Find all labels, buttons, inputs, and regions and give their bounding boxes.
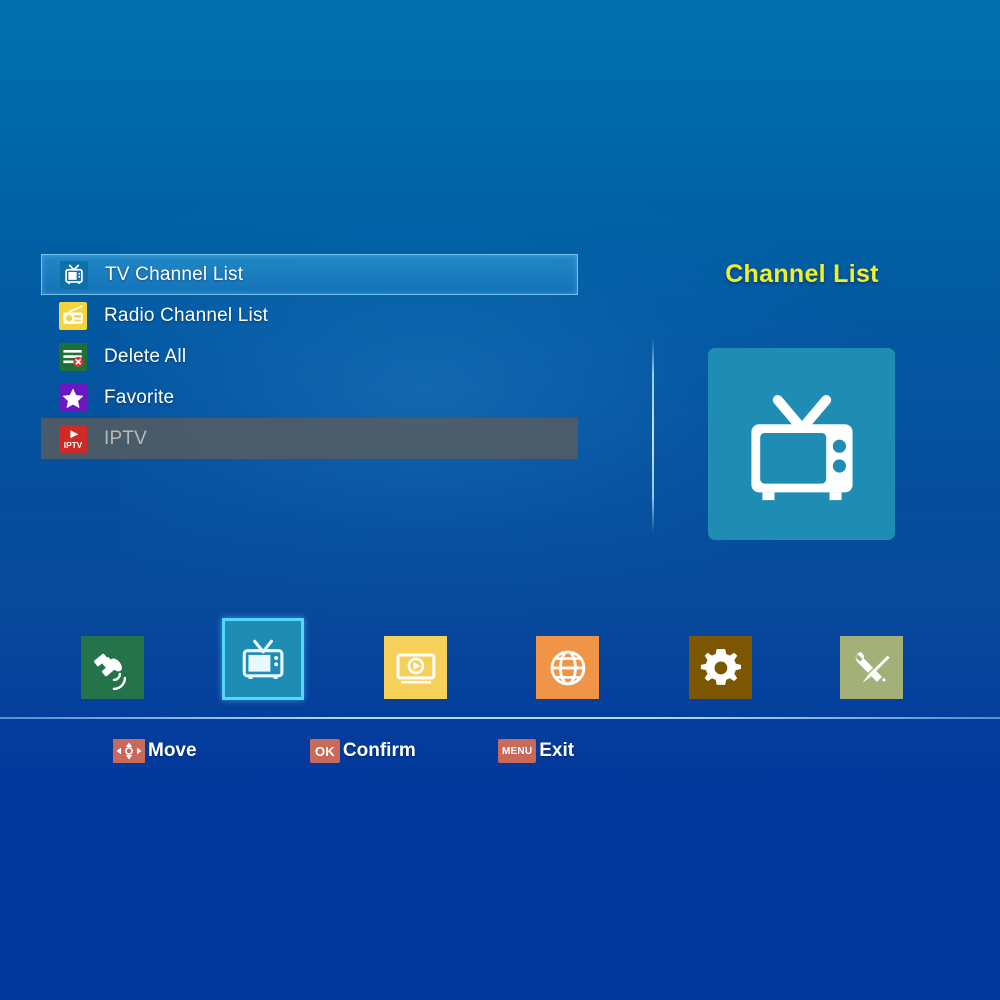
channel-list-tile <box>708 348 895 540</box>
hint-confirm: OK Confirm <box>310 736 416 766</box>
menu-item-favorite[interactable]: Favorite <box>41 377 578 418</box>
menu-item-label: Delete All <box>104 345 187 367</box>
channel-menu-list: TV Channel List Radio Channel List Delet… <box>41 254 578 459</box>
toolbar-item-network[interactable] <box>536 636 599 699</box>
hint-label: Confirm <box>342 740 416 761</box>
menu-item-delete-all[interactable]: Delete All <box>41 336 578 377</box>
main-toolbar <box>0 614 1000 714</box>
menu-item-label: Radio Channel List <box>104 304 269 326</box>
satellite-icon <box>93 653 126 690</box>
hint-label: Move <box>148 740 197 761</box>
menu-item-tv-channel-list[interactable]: TV Channel List <box>41 254 578 295</box>
toolbar-item-tools[interactable] <box>840 636 903 699</box>
hint-label: Exit <box>539 740 575 761</box>
hint-exit: MENU Exit <box>498 736 574 766</box>
ok-key-badge: OK <box>310 739 340 763</box>
star-icon <box>59 383 87 412</box>
tv-settings-screen: TV Channel List Radio Channel List Delet… <box>0 0 1000 1000</box>
toolbar-item-settings[interactable] <box>689 636 752 699</box>
hint-separator <box>0 717 1000 719</box>
menu-item-label: TV Channel List <box>105 263 244 285</box>
media-player-icon <box>396 653 435 684</box>
page-title: Channel List <box>725 260 879 288</box>
hint-move: Move <box>113 736 197 766</box>
panel-divider <box>652 338 654 532</box>
dpad-icon <box>113 739 145 763</box>
svg-text:IPTV: IPTV <box>64 440 83 450</box>
delete-all-icon <box>59 342 87 371</box>
iptv-icon: IPTV <box>59 424 87 453</box>
globe-icon <box>550 650 585 685</box>
menu-item-iptv[interactable]: IPTV IPTV <box>41 418 578 459</box>
gear-icon <box>700 648 741 685</box>
menu-item-label: Favorite <box>104 386 175 408</box>
toolbar-item-media[interactable] <box>384 636 447 699</box>
menu-item-label: IPTV <box>104 427 148 449</box>
tv-icon <box>750 395 853 501</box>
radio-icon <box>59 301 87 330</box>
toolbar-item-tv[interactable] <box>222 618 304 700</box>
menu-item-radio-channel-list[interactable]: Radio Channel List <box>41 295 578 336</box>
tv-icon <box>242 639 284 679</box>
toolbar-item-satellite[interactable] <box>81 636 144 699</box>
tools-icon <box>854 651 890 683</box>
tv-icon <box>60 260 88 289</box>
hint-bar: Move OK Confirm MENU Exit <box>0 736 1000 770</box>
menu-key-badge: MENU <box>498 739 537 763</box>
